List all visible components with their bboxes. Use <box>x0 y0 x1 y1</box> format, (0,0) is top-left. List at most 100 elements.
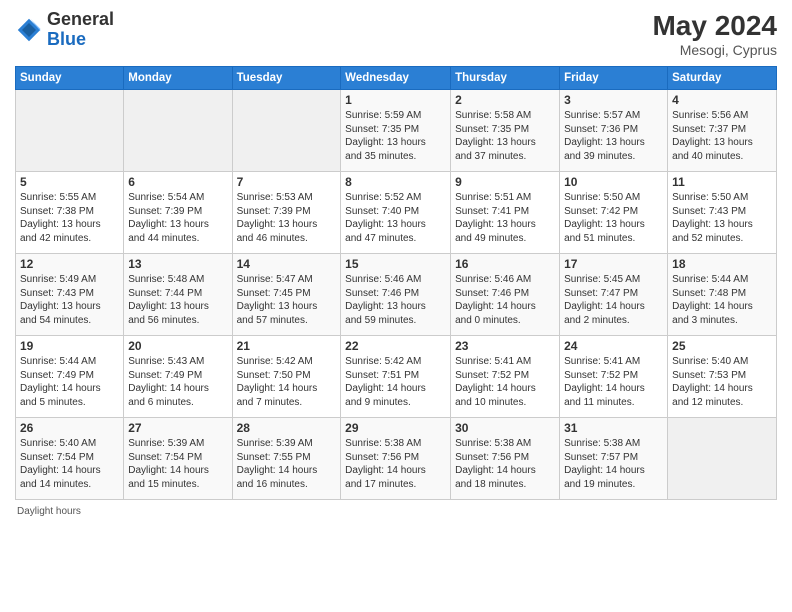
day-info: Sunrise: 5:48 AM Sunset: 7:44 PM Dayligh… <box>128 273 227 327</box>
col-tuesday: Tuesday <box>232 67 341 90</box>
day-info: Sunrise: 5:42 AM Sunset: 7:51 PM Dayligh… <box>345 355 446 409</box>
col-thursday: Thursday <box>451 67 560 90</box>
day-info: Sunrise: 5:54 AM Sunset: 7:39 PM Dayligh… <box>128 191 227 245</box>
day-number: 8 <box>345 175 446 189</box>
day-info: Sunrise: 5:49 AM Sunset: 7:43 PM Dayligh… <box>20 273 119 327</box>
calendar-week-row: 26Sunrise: 5:40 AM Sunset: 7:54 PM Dayli… <box>16 418 777 500</box>
logo: General Blue <box>15 10 114 50</box>
day-number: 27 <box>128 421 227 435</box>
month-year: May 2024 <box>652 10 777 42</box>
table-row: 19 Sunrise: 5:44 AM Sunset: 7:49 PM Dayli… <box>16 336 124 418</box>
day-info: Sunrise: 5:41 AM Sunset: 7:52 PM Dayligh… <box>455 355 555 409</box>
table-row: 16Sunrise: 5:46 AM Sunset: 7:46 PM Dayli… <box>451 254 560 336</box>
day-number: 18 <box>672 257 772 271</box>
table-row: 12Sunrise: 5:49 AM Sunset: 7:43 PM Dayli… <box>16 254 124 336</box>
day-number: 6 <box>128 175 227 189</box>
day-info: Sunrise: 5:44 AM Sunset: 7:48 PM Dayligh… <box>672 273 772 327</box>
day-number: 29 <box>345 421 446 435</box>
day-info: Sunrise: 5:45 AM Sunset: 7:47 PM Dayligh… <box>564 273 663 327</box>
day-number: 11 <box>672 175 772 189</box>
col-wednesday: Wednesday <box>341 67 451 90</box>
day-number: 28 <box>237 421 337 435</box>
table-row <box>16 90 124 172</box>
day-number: 5 <box>20 175 119 189</box>
day-info: Sunrise: 5:50 AM Sunset: 7:42 PM Dayligh… <box>564 191 663 245</box>
daylight-hours-label: Daylight hours <box>17 506 81 517</box>
day-info: Sunrise: 5:59 AM Sunset: 7:35 PM Dayligh… <box>345 109 446 163</box>
day-info: Sunrise: 5:58 AM Sunset: 7:35 PM Dayligh… <box>455 109 555 163</box>
day-info: Sunrise: 5:41 AM Sunset: 7:52 PM Dayligh… <box>564 355 663 409</box>
day-info: Sunrise: 5:38 AM Sunset: 7:56 PM Dayligh… <box>345 437 446 491</box>
table-row: 18 Sunrise: 5:44 AM Sunset: 7:48 PM Dayli… <box>668 254 777 336</box>
day-number: 17 <box>564 257 663 271</box>
day-info: Sunrise: 5:55 AM Sunset: 7:38 PM Dayligh… <box>20 191 119 245</box>
day-number: 23 <box>455 339 555 353</box>
day-number: 19 <box>20 339 119 353</box>
table-row: 7 Sunrise: 5:53 AM Sunset: 7:39 PM Daylig… <box>232 172 341 254</box>
day-info: Sunrise: 5:39 AM Sunset: 7:55 PM Dayligh… <box>237 437 337 491</box>
table-row: 3Sunrise: 5:57 AM Sunset: 7:36 PM Daylig… <box>560 90 668 172</box>
table-row: 13 Sunrise: 5:48 AM Sunset: 7:44 PM Dayli… <box>124 254 232 336</box>
logo-icon <box>15 16 43 44</box>
col-monday: Monday <box>124 67 232 90</box>
day-info: Sunrise: 5:40 AM Sunset: 7:53 PM Dayligh… <box>672 355 772 409</box>
table-row <box>232 90 341 172</box>
table-row: 4Sunrise: 5:56 AM Sunset: 7:37 PM Daylig… <box>668 90 777 172</box>
calendar: Sunday Monday Tuesday Wednesday Thursday… <box>15 66 777 500</box>
day-number: 7 <box>237 175 337 189</box>
table-row: 22Sunrise: 5:42 AM Sunset: 7:51 PM Dayli… <box>341 336 451 418</box>
table-row: 11Sunrise: 5:50 AM Sunset: 7:43 PM Dayli… <box>668 172 777 254</box>
table-row: 21 Sunrise: 5:42 AM Sunset: 7:50 PM Dayli… <box>232 336 341 418</box>
day-info: Sunrise: 5:42 AM Sunset: 7:50 PM Dayligh… <box>237 355 337 409</box>
title-block: May 2024 Mesogi, Cyprus <box>652 10 777 58</box>
day-info: Sunrise: 5:38 AM Sunset: 7:56 PM Dayligh… <box>455 437 555 491</box>
day-number: 14 <box>237 257 337 271</box>
day-number: 30 <box>455 421 555 435</box>
table-row: 5 Sunrise: 5:55 AM Sunset: 7:38 PM Daylig… <box>16 172 124 254</box>
day-number: 3 <box>564 93 663 107</box>
day-info: Sunrise: 5:39 AM Sunset: 7:54 PM Dayligh… <box>128 437 227 491</box>
table-row: 15Sunrise: 5:46 AM Sunset: 7:46 PM Dayli… <box>341 254 451 336</box>
day-info: Sunrise: 5:40 AM Sunset: 7:54 PM Dayligh… <box>20 437 119 491</box>
day-info: Sunrise: 5:51 AM Sunset: 7:41 PM Dayligh… <box>455 191 555 245</box>
table-row <box>124 90 232 172</box>
table-row: 14 Sunrise: 5:47 AM Sunset: 7:45 PM Dayli… <box>232 254 341 336</box>
table-row: 25 Sunrise: 5:40 AM Sunset: 7:53 PM Dayli… <box>668 336 777 418</box>
header: General Blue May 2024 Mesogi, Cyprus <box>15 10 777 58</box>
day-number: 31 <box>564 421 663 435</box>
day-info: Sunrise: 5:52 AM Sunset: 7:40 PM Dayligh… <box>345 191 446 245</box>
day-info: Sunrise: 5:53 AM Sunset: 7:39 PM Dayligh… <box>237 191 337 245</box>
table-row: 8 Sunrise: 5:52 AM Sunset: 7:40 PM Daylig… <box>341 172 451 254</box>
calendar-week-row: 5 Sunrise: 5:55 AM Sunset: 7:38 PM Daylig… <box>16 172 777 254</box>
day-info: Sunrise: 5:56 AM Sunset: 7:37 PM Dayligh… <box>672 109 772 163</box>
table-row: 26Sunrise: 5:40 AM Sunset: 7:54 PM Dayli… <box>16 418 124 500</box>
day-number: 10 <box>564 175 663 189</box>
table-row: 30 Sunrise: 5:38 AM Sunset: 7:56 PM Dayli… <box>451 418 560 500</box>
table-row: 9 Sunrise: 5:51 AM Sunset: 7:41 PM Daylig… <box>451 172 560 254</box>
day-number: 25 <box>672 339 772 353</box>
calendar-week-row: 12Sunrise: 5:49 AM Sunset: 7:43 PM Dayli… <box>16 254 777 336</box>
table-row: 6 Sunrise: 5:54 AM Sunset: 7:39 PM Daylig… <box>124 172 232 254</box>
day-number: 13 <box>128 257 227 271</box>
calendar-week-row: 1Sunrise: 5:59 AM Sunset: 7:35 PM Daylig… <box>16 90 777 172</box>
day-info: Sunrise: 5:44 AM Sunset: 7:49 PM Dayligh… <box>20 355 119 409</box>
day-number: 21 <box>237 339 337 353</box>
day-info: Sunrise: 5:47 AM Sunset: 7:45 PM Dayligh… <box>237 273 337 327</box>
col-saturday: Saturday <box>668 67 777 90</box>
page: General Blue May 2024 Mesogi, Cyprus Sun… <box>0 0 792 612</box>
logo-blue-text: Blue <box>47 29 86 49</box>
footer: Daylight hours <box>15 506 777 517</box>
day-info: Sunrise: 5:38 AM Sunset: 7:57 PM Dayligh… <box>564 437 663 491</box>
day-number: 2 <box>455 93 555 107</box>
day-number: 9 <box>455 175 555 189</box>
calendar-week-row: 19 Sunrise: 5:44 AM Sunset: 7:49 PM Dayli… <box>16 336 777 418</box>
day-number: 16 <box>455 257 555 271</box>
day-info: Sunrise: 5:43 AM Sunset: 7:49 PM Dayligh… <box>128 355 227 409</box>
table-row: 20Sunrise: 5:43 AM Sunset: 7:49 PM Dayli… <box>124 336 232 418</box>
logo-general-text: General <box>47 9 114 29</box>
table-row: 29 Sunrise: 5:38 AM Sunset: 7:56 PM Dayli… <box>341 418 451 500</box>
day-number: 24 <box>564 339 663 353</box>
table-row: 27 Sunrise: 5:39 AM Sunset: 7:54 PM Dayli… <box>124 418 232 500</box>
logo-text: General Blue <box>47 10 114 50</box>
col-friday: Friday <box>560 67 668 90</box>
